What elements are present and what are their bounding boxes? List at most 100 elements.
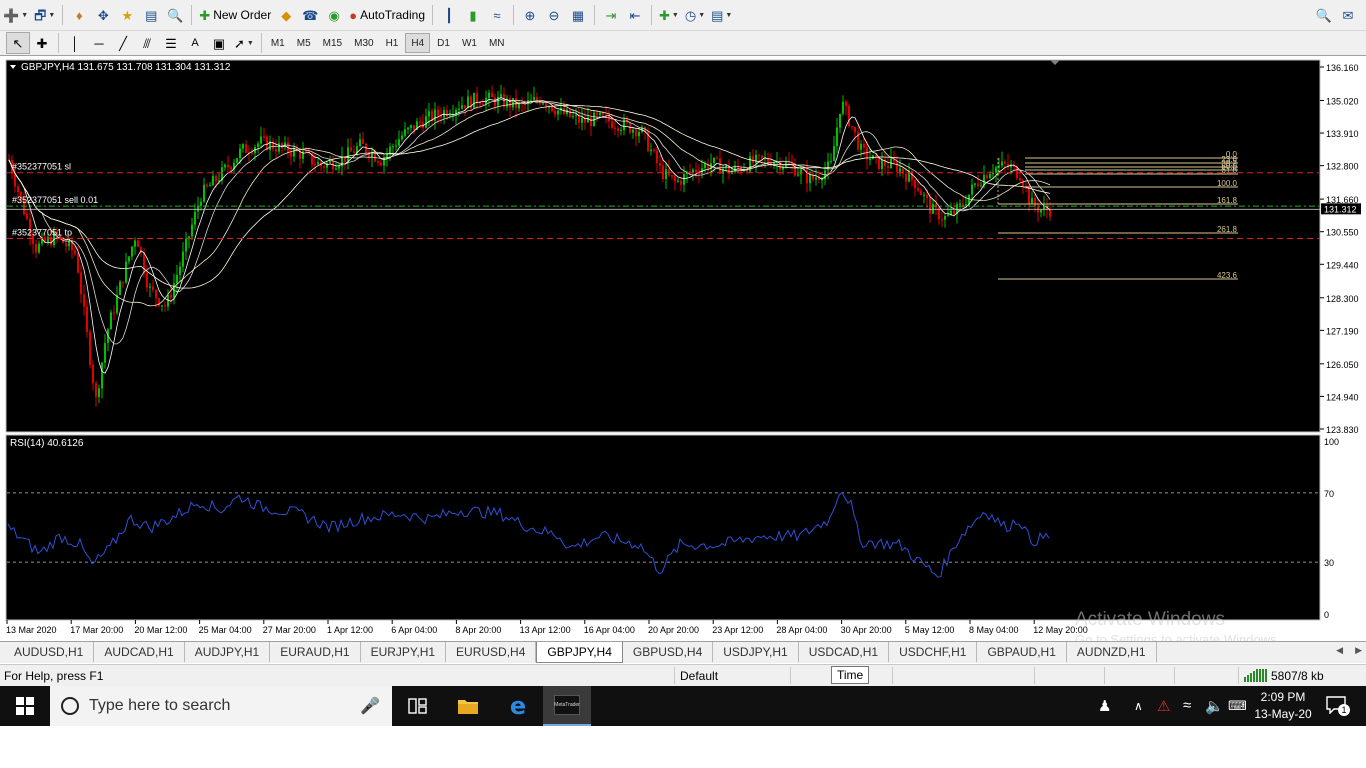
action-center-icon[interactable]: 1 <box>1326 696 1350 716</box>
tab-audjpy-h1[interactable]: AUDJPY,H1 <box>185 642 271 662</box>
candle-body <box>377 161 379 163</box>
timeframe-m5[interactable]: M5 <box>292 33 316 53</box>
candle-body <box>467 96 469 109</box>
vertical-line-icon[interactable]: │ <box>63 32 87 54</box>
rsi-header: RSI(14) 40.6126 <box>10 438 84 449</box>
zoom-out-icon[interactable]: ⊖ <box>542 4 566 26</box>
horizontal-line-icon[interactable]: ─ <box>87 32 111 54</box>
fibonacci-level-label: 100.0 <box>1217 179 1238 188</box>
crosshair-icon[interactable]: ✚ <box>30 32 54 54</box>
chat-icon[interactable]: ☎ <box>298 4 322 26</box>
candle-body <box>860 143 862 150</box>
new-order-button[interactable]: ✚ New Order <box>196 4 274 26</box>
tab-audcad-h1[interactable]: AUDCAD,H1 <box>94 642 185 662</box>
candle-body <box>1019 178 1021 181</box>
line-chart-icon[interactable]: ≈ <box>485 4 509 26</box>
tab-gbpusd-h4[interactable]: GBPUSD,H4 <box>623 642 714 662</box>
microphone-icon[interactable]: 🎤 <box>360 696 380 716</box>
metaeditor-icon[interactable]: ◆ <box>274 4 298 26</box>
strategy-tester-icon[interactable]: 🔍 <box>163 4 187 26</box>
timeframe-d1[interactable]: D1 <box>432 33 455 53</box>
candle-body <box>194 211 196 225</box>
tab-audusd-h1[interactable]: AUDUSD,H1 <box>4 642 95 662</box>
tab-gbpaud-h1[interactable]: GBPAUD,H1 <box>977 642 1067 662</box>
new-chart-button[interactable]: ➕ ▼ <box>0 4 31 26</box>
keyboard-icon[interactable]: ⌨ <box>1228 698 1247 714</box>
price-panel[interactable] <box>5 59 1321 433</box>
timeframe-h1[interactable]: H1 <box>381 33 404 53</box>
taskbar-clock[interactable]: 2:09 PM 13-May-20 <box>1248 689 1318 723</box>
tab-audnzd-h1[interactable]: AUDNZD,H1 <box>1067 642 1157 662</box>
tab-usdchf-h1[interactable]: USDCHF,H1 <box>889 642 978 662</box>
tab-usdjpy-h1[interactable]: USDJPY,H1 <box>713 642 799 662</box>
task-view-icon[interactable] <box>394 686 442 726</box>
rsi-panel[interactable] <box>5 434 1321 621</box>
antivirus-icon[interactable]: ⚠ <box>1157 697 1170 715</box>
candle-body <box>110 312 112 330</box>
metatrader-app-icon[interactable]: MetaTrader <box>543 686 591 726</box>
metatrader-app-label: MetaTrader <box>554 695 580 715</box>
candle-body <box>962 203 964 206</box>
people-icon[interactable]: ♟ <box>1098 697 1111 715</box>
candle-body <box>602 112 604 115</box>
wifi-icon[interactable]: ≈ <box>1183 697 1191 714</box>
indicators-button[interactable]: ✚ ▼ <box>656 4 682 26</box>
timeframe-m30[interactable]: M30 <box>349 33 378 53</box>
chart-shift-icon[interactable]: ⇤ <box>623 4 647 26</box>
volume-icon[interactable]: 🔈 <box>1205 697 1224 715</box>
start-button[interactable] <box>0 686 50 726</box>
tab-eurusd-h4[interactable]: EURUSD,H4 <box>446 642 537 662</box>
cursor-icon[interactable]: ↖ <box>6 32 30 54</box>
candle-body <box>926 194 928 199</box>
bar-chart-icon[interactable]: ┃ <box>437 4 461 26</box>
fibonacci-icon[interactable]: ☰ <box>159 32 183 54</box>
profiles-button[interactable]: 🗗 ▼ <box>31 4 58 26</box>
navigator-icon[interactable]: ★ <box>115 4 139 26</box>
edge-browser-icon[interactable]: e <box>494 686 542 726</box>
candle-body <box>590 117 592 127</box>
search-icon[interactable]: 🔍 <box>1312 4 1336 26</box>
candle-body <box>842 101 844 114</box>
trendline-icon[interactable]: ╱ <box>111 32 135 54</box>
candle-body <box>392 146 394 148</box>
terminal-icon[interactable]: ▤ <box>139 4 163 26</box>
tile-windows-icon[interactable]: ▦ <box>566 4 590 26</box>
autotrading-button[interactable]: ● AutoTrading <box>346 4 428 26</box>
signals-icon[interactable]: ◉ <box>322 4 346 26</box>
equidistant-channel-icon[interactable]: ⫻ <box>135 32 159 54</box>
file-explorer-icon[interactable] <box>444 686 492 726</box>
timeframe-mn[interactable]: MN <box>484 33 510 53</box>
show-hidden-icons-chevron-icon[interactable]: ∧ <box>1134 699 1143 713</box>
search-placeholder: Type here to search <box>89 697 231 714</box>
auto-scroll-icon[interactable]: ⇥ <box>599 4 623 26</box>
candle-body <box>245 144 247 153</box>
connection-bars-icon <box>1244 669 1267 682</box>
candle-body <box>1034 198 1036 207</box>
templates-button[interactable]: ▤ ▼ <box>708 4 735 26</box>
candlestick-icon[interactable]: ▮ <box>461 4 485 26</box>
candle-body <box>929 198 931 214</box>
tab-scroll-right-icon[interactable]: ▶ <box>1355 645 1362 656</box>
tab-eurjpy-h1[interactable]: EURJPY,H1 <box>361 642 447 662</box>
text-label-icon[interactable]: ▣ <box>207 32 231 54</box>
taskbar-search[interactable]: Type here to search 🎤 <box>50 686 392 726</box>
market-watch-icon[interactable]: ♦ <box>67 4 91 26</box>
tab-gbpjpy-h4[interactable]: GBPJPY,H4 <box>536 642 623 663</box>
arrows-icon[interactable]: ➚ ▼ <box>231 32 257 54</box>
toolbar-divider <box>62 5 64 25</box>
tab-usdcad-h1[interactable]: USDCAD,H1 <box>799 642 890 662</box>
chat-bubble-icon[interactable]: ✉ <box>1336 4 1360 26</box>
timeframe-w1[interactable]: W1 <box>457 33 482 53</box>
data-window-icon[interactable]: ✥ <box>91 4 115 26</box>
tab-euraud-h1[interactable]: EURAUD,H1 <box>270 642 361 662</box>
tab-scroll-left-icon[interactable]: ◀ <box>1336 645 1343 656</box>
zoom-in-icon[interactable]: ⊕ <box>518 4 542 26</box>
timeframe-h4[interactable]: H4 <box>405 33 431 53</box>
timeframe-m1[interactable]: M1 <box>266 33 290 53</box>
chart-window[interactable]: 0.0 23.6 38.2 50.0 61.8 100.0 161.8 261.8 423.6 … <box>0 57 1366 640</box>
periods-button[interactable]: ◷ ▼ <box>682 4 708 26</box>
candle-body <box>677 180 679 182</box>
text-icon[interactable]: A <box>183 32 207 54</box>
chart-canvas[interactable]: 0.023.638.250.061.8100.0161.8261.8423.6 … <box>0 57 1366 640</box>
timeframe-m15[interactable]: M15 <box>318 33 347 53</box>
